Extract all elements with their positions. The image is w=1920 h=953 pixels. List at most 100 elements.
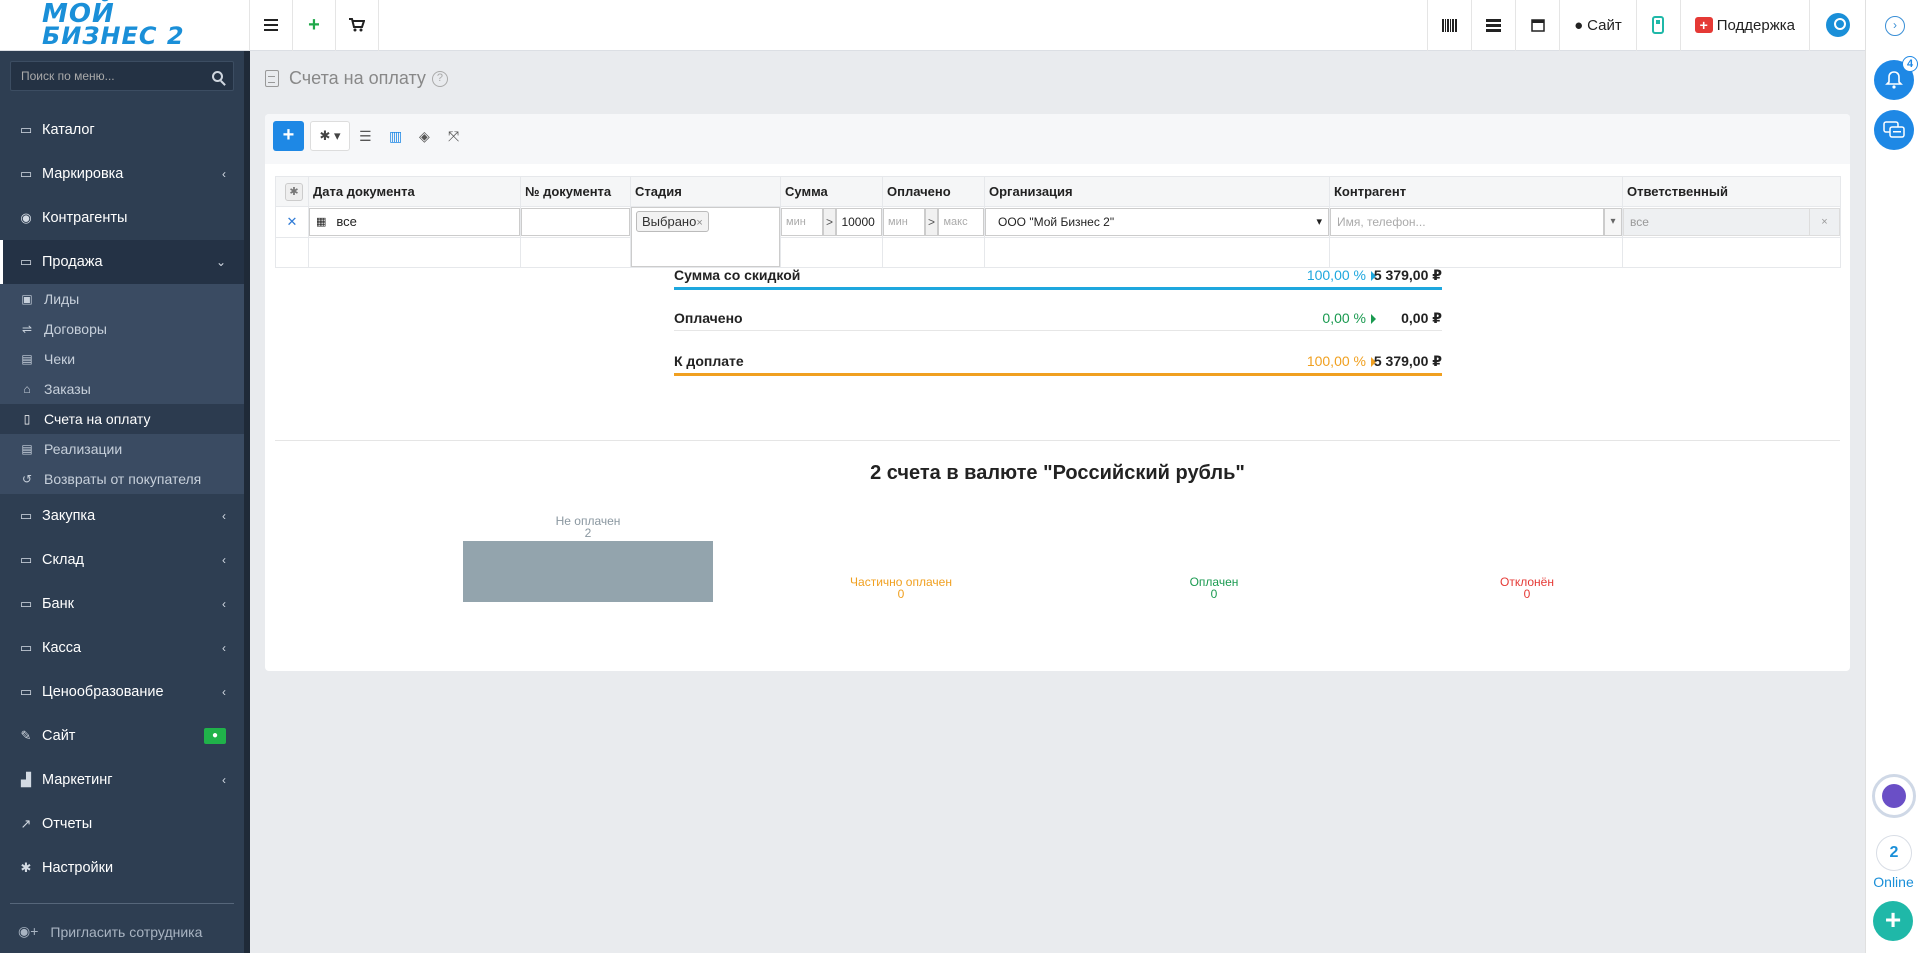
id-card-icon: ▣ <box>21 292 33 306</box>
sidebar-item-label: Маркировка <box>42 166 124 182</box>
barcode-button[interactable] <box>1427 0 1471 51</box>
undo-icon: ↺ <box>21 472 33 486</box>
sidebar-item-reports[interactable]: ↗ Отчеты <box>0 802 244 846</box>
support-button[interactable]: + Поддержка <box>1679 0 1809 51</box>
sidebar-subitem-label: Реализации <box>44 441 123 457</box>
sidebar-subitem-leads[interactable]: ▣ Лиды <box>0 284 244 314</box>
tasks-icon <box>1486 18 1502 32</box>
support-label: Поддержка <box>1716 16 1795 34</box>
calendar-button[interactable] <box>1515 0 1559 51</box>
calendar-icon <box>1530 19 1545 32</box>
sidebar-subitem-receipts[interactable]: ▤ Чеки <box>0 344 244 374</box>
online-count[interactable]: 2 <box>1876 835 1912 871</box>
sidebar-nav: ▭ Каталог ▭ Маркировка ‹ ◉ Контрагенты ▭… <box>0 108 244 890</box>
line-chart-icon: ↗ <box>20 816 32 831</box>
logo[interactable]: МОЙ БИЗНЕС 2 <box>0 0 250 51</box>
sidebar-subitem-label: Счета на оплату <box>44 411 151 427</box>
chevron-left-icon: ‹ <box>222 597 226 611</box>
first-aid-icon: + <box>1694 17 1713 33</box>
sidebar-item-label: Настройки <box>42 860 114 876</box>
sidebar-item-site[interactable]: ✎ Сайт ● <box>0 714 244 758</box>
chevron-left-icon: ‹ <box>222 509 226 523</box>
magic-icon: ✎ <box>20 728 32 743</box>
sidebar-item-label: Сайт <box>42 728 76 744</box>
site-button[interactable]: ● Сайт <box>1559 0 1636 51</box>
sidebar-item-label: Маркетинг <box>42 772 113 788</box>
panel-toggle-icon[interactable]: › <box>1885 16 1905 36</box>
sidebar-item-purchase[interactable]: ▭ Закупка ‹ <box>0 494 244 538</box>
chevron-left-icon: ‹ <box>222 773 226 787</box>
chevron-left-icon: ‹ <box>222 553 226 567</box>
sidebar-subitem-invoices[interactable]: ▯ Счета на оплату <box>0 404 244 434</box>
chat-icon <box>1883 121 1905 138</box>
sidebar-subitem-label: Лиды <box>44 291 80 307</box>
plus-icon: + <box>308 13 320 36</box>
logo-line2: БИЗНЕС 2 <box>42 21 185 50</box>
status-bar-chart: Не оплачен 2 Частично оплачен 0 Оплачен 0 Откл… <box>265 114 1850 671</box>
sidebar-item-marketing[interactable]: ▟ Маркетинг ‹ <box>0 758 244 802</box>
assistant-eye-button[interactable] <box>1872 774 1916 818</box>
sidebar-divider <box>10 903 234 904</box>
sidebar-item-bank[interactable]: ▭ Банк ‹ <box>0 582 244 626</box>
sidebar-item-cash[interactable]: ▭ Касса ‹ <box>0 626 244 670</box>
sales-submenu: ▣ Лиды ⇌ Договоры ▤ Чеки ⌂ Заказы ▯ Счет… <box>0 284 244 494</box>
basket-icon: ⌂ <box>23 382 31 396</box>
menu-search-placeholder: Поиск по меню... <box>21 69 115 83</box>
sidebar-item-warehouse[interactable]: ▭ Склад ‹ <box>0 538 244 582</box>
site-label: Сайт <box>1587 16 1622 34</box>
chart-value-label: 2 <box>584 526 592 540</box>
handshake-icon: ⇌ <box>21 322 33 336</box>
sidebar-item-label: Контрагенты <box>42 210 128 226</box>
user-profile-button[interactable] <box>1809 0 1865 51</box>
app-button[interactable] <box>1635 0 1680 51</box>
receipt-icon: ▤ <box>21 352 33 366</box>
sidebar-item-sales[interactable]: ▭ Продажа ⌄ <box>0 240 244 284</box>
chat-button[interactable] <box>1874 110 1914 150</box>
notifications-button[interactable]: 4 <box>1874 56 1918 100</box>
eye-icon <box>1882 784 1906 808</box>
sidebar-item-pricing[interactable]: ▭ Ценообразование ‹ <box>0 670 244 714</box>
tasks-button[interactable] <box>1471 0 1515 51</box>
menu-search-input[interactable]: Поиск по меню... <box>10 61 234 91</box>
chart-bar[interactable] <box>463 541 713 602</box>
chart-value-label: 0 <box>897 587 905 601</box>
folder-icon: ▭ <box>19 596 33 611</box>
sidebar-item-label: Каталог <box>42 122 95 138</box>
cart-button[interactable] <box>336 0 379 51</box>
chevron-left-icon: ‹ <box>222 167 226 181</box>
bell-icon: ● <box>204 728 226 744</box>
quick-add-button[interactable]: + <box>293 0 336 51</box>
page-title-text: Счета на оплату <box>289 68 426 88</box>
help-icon[interactable]: ? <box>431 70 448 87</box>
sidebar-subitem-contracts[interactable]: ⇌ Договоры <box>0 314 244 344</box>
sidebar-item-settings[interactable]: ✱ Настройки <box>0 846 244 890</box>
chart-value-label: 0 <box>1523 587 1531 601</box>
sidebar-subitem-orders[interactable]: ⌂ Заказы <box>0 374 244 404</box>
chevron-left-icon: ‹ <box>222 685 226 699</box>
menu-toggle-button[interactable] <box>250 0 293 51</box>
globe-icon: ● <box>1574 16 1584 34</box>
document-icon <box>265 70 279 87</box>
barcode-icon <box>1442 18 1458 32</box>
bell-icon <box>1885 71 1903 89</box>
user-icon <box>1825 13 1850 37</box>
sidebar-item-contractors[interactable]: ◉ Контрагенты <box>0 196 244 240</box>
sidebar-item-label: Склад <box>42 552 84 568</box>
sidebar-subitem-label: Возвраты от покупателя <box>44 471 202 487</box>
folder-icon: ▭ <box>19 122 33 137</box>
sidebar-item-label: Отчеты <box>42 816 93 832</box>
hamburger-icon <box>264 19 278 31</box>
users-icon: ◉ <box>20 210 32 225</box>
invite-employee-link[interactable]: ◉+ Пригласить сотрудника <box>18 923 202 940</box>
sidebar-scrollbar[interactable] <box>244 51 250 953</box>
sidebar-subitem-returns[interactable]: ↺ Возвраты от покупателя <box>0 464 244 494</box>
sidebar-item-marking[interactable]: ▭ Маркировка ‹ <box>0 152 244 196</box>
notifications-count-badge: 4 <box>1902 56 1918 72</box>
folder-icon: ▭ <box>19 552 33 567</box>
sidebar-subitem-sales-docs[interactable]: ▤ Реализации <box>0 434 244 464</box>
sidebar-item-label: Банк <box>42 596 74 612</box>
floating-add-button[interactable]: + <box>1873 901 1913 941</box>
sidebar-item-catalog[interactable]: ▭ Каталог <box>0 108 244 152</box>
sidebar-item-label: Ценообразование <box>42 684 164 700</box>
folder-icon: ▭ <box>19 640 33 655</box>
